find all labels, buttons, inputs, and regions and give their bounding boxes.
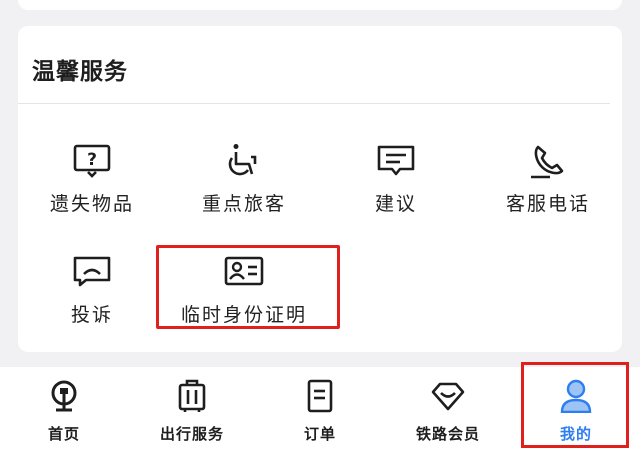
previous-card: [18, 0, 622, 10]
service-label: 客服电话: [505, 193, 590, 215]
tab-label: 铁路会员: [415, 425, 480, 443]
diamond-icon: [431, 382, 465, 411]
suggestion-chat-icon: [377, 145, 415, 176]
section-divider: [18, 103, 610, 104]
highlight-box: [156, 245, 340, 329]
service-complaint[interactable]: 投诉: [17, 254, 167, 344]
question-box-icon: ?: [73, 144, 111, 178]
tab-travel-services[interactable]: 出行服务: [128, 367, 256, 451]
tab-railway-member[interactable]: 铁路会员: [384, 367, 512, 451]
service-hotline[interactable]: 客服电话: [473, 143, 623, 233]
service-label: 建议: [374, 193, 417, 215]
service-label: 重点旅客: [201, 193, 286, 215]
highlight-box: [521, 362, 629, 448]
service-priority-passengers[interactable]: 重点旅客: [169, 143, 319, 233]
complaint-chat-icon: [73, 256, 111, 287]
wheelchair-icon: [228, 144, 257, 176]
railway-logo-icon: [51, 380, 77, 412]
service-label: 投诉: [70, 304, 113, 326]
phone-icon: [531, 145, 564, 179]
tab-label: 出行服务: [159, 425, 224, 443]
tab-label: 订单: [303, 425, 336, 443]
svg-text:?: ?: [87, 150, 97, 170]
tab-label: 首页: [47, 425, 80, 443]
order-doc-icon: [307, 379, 333, 413]
tab-orders[interactable]: 订单: [256, 367, 384, 451]
section-title: 温馨服务: [32, 58, 128, 85]
tab-home[interactable]: 首页: [0, 367, 128, 451]
luggage-icon: [178, 379, 206, 412]
service-lost-items[interactable]: ? 遗失物品: [17, 143, 167, 233]
service-label: 遗失物品: [49, 193, 134, 215]
service-suggestion[interactable]: 建议: [321, 143, 471, 233]
